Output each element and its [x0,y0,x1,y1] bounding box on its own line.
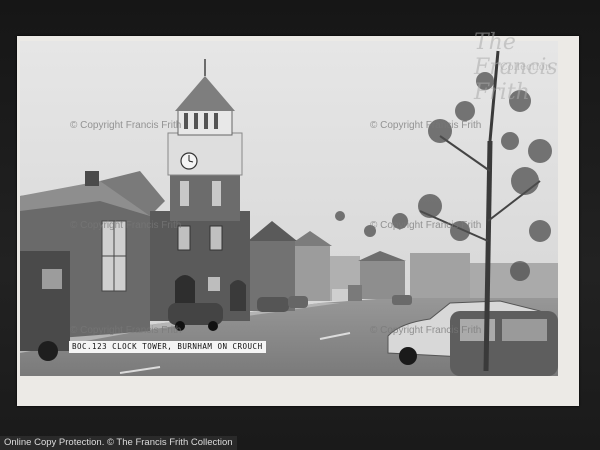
copyright-watermark: © Copyright Francis Frith [370,325,482,336]
car-wheel [208,321,218,331]
delivery-van [20,251,70,351]
distant-bus [348,285,362,301]
belfry-opening [214,113,218,129]
building [410,253,470,298]
copyright-footer: Online Copy Protection. © The Francis Fr… [0,436,237,450]
tower-window [180,181,189,206]
tower-archway [230,280,246,311]
logo-line-2: Collection [500,62,552,73]
francis-frith-logo: The Francis Frith Collection [466,28,576,105]
copyright-watermark: © Copyright Francis Frith [70,325,182,336]
tower-clock-stage [167,132,243,176]
belfry-opening [204,113,208,129]
copyright-watermark: © Copyright Francis Frith [370,120,482,131]
copyright-watermark: © Copyright Francis Frith [370,220,482,231]
car-window [502,319,547,341]
parked-car [257,297,289,312]
tower-window [208,277,220,291]
distant-car [392,295,412,305]
van-window [42,269,62,289]
copyright-watermark: © Copyright Francis Frith [70,220,182,231]
car-wheel [399,347,417,365]
parked-car [288,296,308,308]
tower-window [212,181,221,206]
belfry-opening [194,113,198,129]
building [360,261,405,299]
chimney [85,171,99,186]
tower-window [209,225,223,251]
van-wheel [38,341,58,361]
building [290,246,330,301]
copyright-watermark: © Copyright Francis Frith [70,120,182,131]
belfry-opening [184,113,188,129]
photo-caption: BOC.123 CLOCK TOWER, BURNHAM ON CROUCH [69,341,266,353]
distant-car [332,289,348,301]
